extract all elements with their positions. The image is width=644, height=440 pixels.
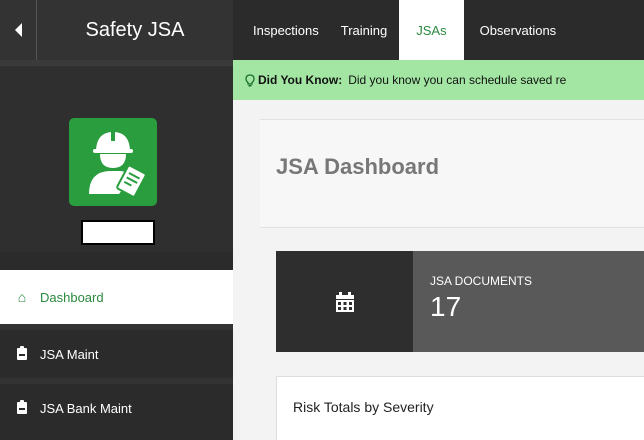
sidebar-item-jsa-maint[interactable]: JSA Maint [0,324,233,378]
app-logo [69,118,157,206]
risk-panel-title: Risk Totals by Severity [293,399,434,415]
sidebar-item-dashboard[interactable]: ⌂ Dashboard [0,270,233,324]
sidebar-header: Safety JSA [0,0,233,60]
tab-jsas[interactable]: JSAs [399,0,464,60]
sidebar-nav: ⌂ Dashboard JSA Maint JSA Bank Maint [0,270,233,432]
sidebar: Safety JSA ⌂ Dashboard JSA Maint JSA Ban… [0,0,233,440]
page-title: JSA Dashboard [276,154,440,179]
tab-inspections[interactable]: Inspections [233,0,329,60]
clipboard-icon [15,346,29,360]
stat-icon-box [276,251,413,352]
stat-label: JSA DOCUMENTS [430,274,533,288]
top-nav: Inspections Training JSAs Observations [233,0,644,60]
risk-totals-panel: Risk Totals by Severity [276,376,644,440]
sidebar-item-label: Dashboard [40,289,104,305]
profile-panel [0,60,233,252]
sidebar-collapse-button[interactable] [0,0,36,60]
app-title: Safety JSA [85,18,185,41]
caret-left-icon [14,23,22,37]
stat-value: 17 [430,291,462,322]
tab-training[interactable]: Training [329,0,399,60]
title-panel: JSA Dashboard [260,119,644,228]
banner-text: Did you know you can schedule saved re [348,73,567,87]
main-content: JSA Dashboard JSA DOCUMENTS 17 Risk Tota… [233,100,644,440]
home-icon: ⌂ [17,289,27,305]
username-box [81,220,155,245]
calendar-icon [335,291,354,312]
sidebar-item-label: JSA Maint [40,346,99,362]
did-you-know-banner: Did You Know: Did you know you can sched… [233,60,644,100]
worker-clipboard-icon [89,132,147,198]
sidebar-item-jsa-bank-maint[interactable]: JSA Bank Maint [0,378,233,432]
lightbulb-icon [243,73,256,87]
sidebar-item-label: JSA Bank Maint [40,400,132,416]
tab-observations[interactable]: Observations [464,0,573,60]
stat-card-jsa-documents[interactable]: JSA DOCUMENTS 17 [276,251,644,352]
clipboard-icon [15,400,29,414]
banner-label: Did You Know: [258,73,343,87]
app-root: Safety JSA ⌂ Dashboard JSA Maint JSA Ban… [0,0,644,440]
